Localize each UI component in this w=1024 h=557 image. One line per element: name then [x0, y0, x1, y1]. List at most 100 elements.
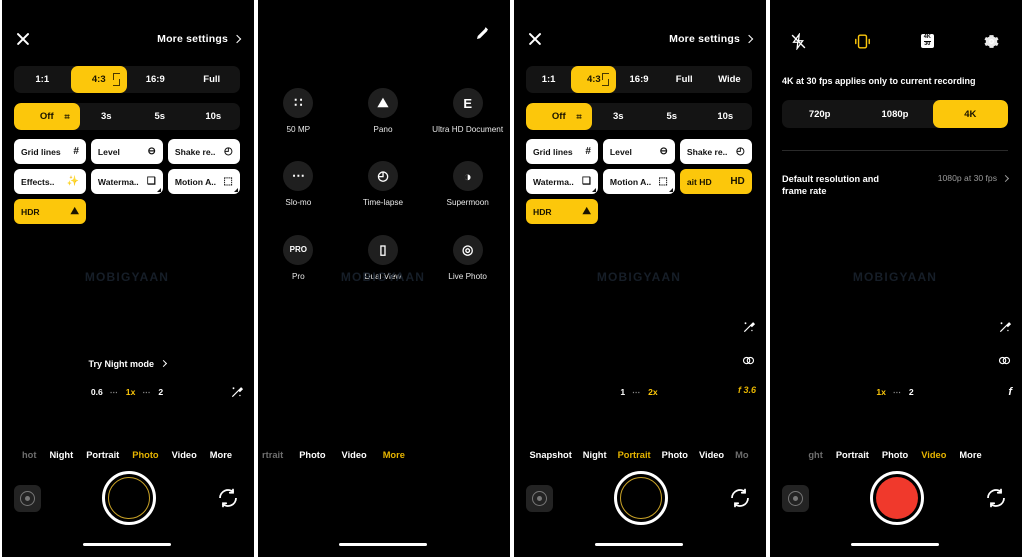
timer-segmented[interactable]: Off ⌗ 3s 5s 10s: [14, 103, 240, 130]
mode-more[interactable]: More: [383, 450, 405, 460]
gallery-thumbnail[interactable]: [14, 485, 41, 512]
shutter-button[interactable]: [614, 471, 668, 525]
mode-tile-pano[interactable]: ⛰ Pano: [341, 88, 426, 135]
mode-tile-live-photo[interactable]: ◎ Live Photo: [425, 235, 510, 282]
quick-toggles-grid[interactable]: Grid lines # Level ⊖ Shake re.. ◴ Waterma.. ❑ Mo…: [526, 139, 752, 224]
timer-3s[interactable]: 3s: [80, 103, 133, 130]
zoom-level-selector[interactable]: 0.6 ⋯ 1x ⋯ 2: [0, 387, 254, 397]
more-settings-button[interactable]: More settings: [669, 33, 752, 45]
mode-photo[interactable]: Photo: [662, 450, 688, 460]
aspect-ratio-segmented[interactable]: 1:1 4:3 16:9 Full Wide: [526, 66, 752, 93]
close-icon[interactable]: [14, 30, 32, 48]
gallery-thumbnail[interactable]: [526, 485, 553, 512]
mode-more[interactable]: More: [959, 450, 981, 460]
mode-tile-50-mp[interactable]: ∷ 50 MP: [256, 88, 341, 135]
filter-icon[interactable]: [997, 353, 1012, 373]
aspect-ratio-segmented[interactable]: 1:1 4:3 16:9 Full: [14, 66, 240, 93]
quick-toggles-grid[interactable]: Grid lines # Level ⊖ Shake re.. ◴ Effects.. ✨ Wa…: [14, 139, 240, 224]
zoom-level-selector[interactable]: 1 ⋯ 2x: [512, 387, 766, 397]
mode-video[interactable]: Video: [921, 450, 946, 460]
toggle-grid-lines[interactable]: Grid lines #: [14, 139, 86, 164]
zoom-level-selector[interactable]: 1x ⋯ 2: [768, 387, 1022, 397]
mode-tile-time-lapse[interactable]: ◴ Time-lapse: [341, 161, 426, 208]
record-button[interactable]: [870, 471, 924, 525]
resolution-1080p[interactable]: 1080p: [857, 100, 932, 128]
camera-mode-strip[interactable]: rtrait Photo Video More: [256, 450, 510, 460]
mode-portrait[interactable]: Portrait: [618, 450, 651, 460]
toggle-grid-lines[interactable]: Grid lines #: [526, 139, 598, 164]
camera-mode-strip[interactable]: Snapshot Night Portrait Photo Video Mo: [512, 450, 766, 460]
mode-tile-supermoon[interactable]: ◑ Supermoon: [425, 161, 510, 208]
toggle-level[interactable]: Level ⊖: [603, 139, 675, 164]
flip-camera-icon[interactable]: [984, 486, 1008, 510]
camera-mode-strip[interactable]: hot Night Portrait Photo Video More: [0, 450, 254, 460]
aspect-ratio-16-9[interactable]: 16:9: [127, 66, 184, 93]
mode-rtrait[interactable]: rtrait: [262, 450, 283, 460]
mode-photo[interactable]: Photo: [882, 450, 908, 460]
timer-10s[interactable]: 10s: [187, 103, 240, 130]
mode-tile-slo-mo[interactable]: ⋯ Slo-mo: [256, 161, 341, 208]
zoom-1[interactable]: 1: [620, 387, 625, 397]
mode-mo[interactable]: Mo: [735, 450, 748, 460]
timer-off[interactable]: Off ⌗: [526, 103, 592, 130]
edit-pencil-icon[interactable]: [474, 24, 492, 42]
zoom-2x[interactable]: 2x: [648, 387, 658, 397]
aspect-ratio-1-1[interactable]: 1:1: [14, 66, 71, 93]
more-modes-grid[interactable]: ∷ 50 MP ⛰ Pano ὜E Ultra HD Document ⋯ Slo-mo ◴ Ti…: [256, 88, 510, 282]
more-settings-button[interactable]: More settings: [157, 33, 240, 45]
aspect-ratio-full[interactable]: Full: [184, 66, 241, 93]
toggle-waterma-[interactable]: Waterma.. ❑: [91, 169, 163, 194]
toggle-shake-re-[interactable]: Shake re.. ◴: [168, 139, 240, 164]
mode-more[interactable]: More: [210, 450, 232, 460]
aspect-ratio-4-3[interactable]: 4:3: [571, 66, 616, 93]
magic-wand-icon[interactable]: [230, 385, 244, 404]
timer-segmented[interactable]: Off ⌗ 3s 5s 10s: [526, 103, 752, 130]
resolution-segmented[interactable]: 720p 1080p 4K: [782, 100, 1008, 128]
toggle-hdr[interactable]: HDR ⛰: [526, 199, 598, 224]
mode-photo[interactable]: Photo: [132, 450, 158, 460]
camera-mode-strip[interactable]: ght Portrait Photo Video More: [768, 450, 1022, 460]
aspect-ratio-wide[interactable]: Wide: [707, 66, 752, 93]
toggle-motion-a-[interactable]: Motion A.. ⬚: [168, 169, 240, 194]
flip-camera-icon[interactable]: [216, 486, 240, 510]
resolution-badge-icon[interactable]: 4K 30: [917, 31, 937, 51]
zoom-06[interactable]: 0.6: [91, 387, 103, 397]
mode-video[interactable]: Video: [172, 450, 197, 460]
flash-off-icon[interactable]: [788, 31, 808, 51]
mode-portrait[interactable]: Portrait: [836, 450, 869, 460]
mode-video[interactable]: Video: [342, 450, 367, 460]
timer-off[interactable]: Off ⌗: [14, 103, 80, 130]
toggle-waterma-[interactable]: Waterma.. ❑: [526, 169, 598, 194]
mode-ght[interactable]: ght: [808, 450, 822, 460]
flip-camera-icon[interactable]: [728, 486, 752, 510]
timer-5s[interactable]: 5s: [645, 103, 698, 130]
zoom-2[interactable]: 2: [909, 387, 914, 397]
resolution-720p[interactable]: 720p: [782, 100, 857, 128]
zoom-1x[interactable]: 1x: [126, 387, 136, 397]
resolution-4k[interactable]: 4K: [933, 100, 1008, 128]
toggle-effects-[interactable]: Effects.. ✨: [14, 169, 86, 194]
aspect-ratio-4-3[interactable]: 4:3: [71, 66, 128, 93]
mode-tile-ultra-hd-document[interactable]: ὜E Ultra HD Document: [425, 88, 510, 135]
toggle-level[interactable]: Level ⊖: [91, 139, 163, 164]
mode-tile-pro[interactable]: PRO Pro: [256, 235, 341, 282]
aspect-ratio-full[interactable]: Full: [662, 66, 707, 93]
gallery-thumbnail[interactable]: [782, 485, 809, 512]
zoom-1x[interactable]: 1x: [876, 387, 886, 397]
magic-wand-icon[interactable]: [742, 320, 756, 339]
timer-10s[interactable]: 10s: [699, 103, 752, 130]
filter-icon[interactable]: [741, 353, 756, 373]
timer-3s[interactable]: 3s: [592, 103, 645, 130]
aspect-ratio-1-1[interactable]: 1:1: [526, 66, 571, 93]
mode-video[interactable]: Video: [699, 450, 724, 460]
aspect-ratio-16-9[interactable]: 16:9: [616, 66, 661, 93]
mode-snapshot[interactable]: Snapshot: [529, 450, 571, 460]
toggle-shake-re-[interactable]: Shake re.. ◴: [680, 139, 752, 164]
toggle-ait-hd[interactable]: ait HD HD: [680, 169, 752, 194]
gear-icon[interactable]: [982, 31, 1002, 51]
mode-night[interactable]: Night: [49, 450, 73, 460]
mode-tile-dual-view[interactable]: ▯ Dual View: [341, 235, 426, 282]
try-night-mode-hint[interactable]: Try Night mode: [0, 359, 254, 369]
video-stabilization-icon[interactable]: [853, 31, 873, 51]
magic-wand-icon[interactable]: [998, 320, 1012, 339]
